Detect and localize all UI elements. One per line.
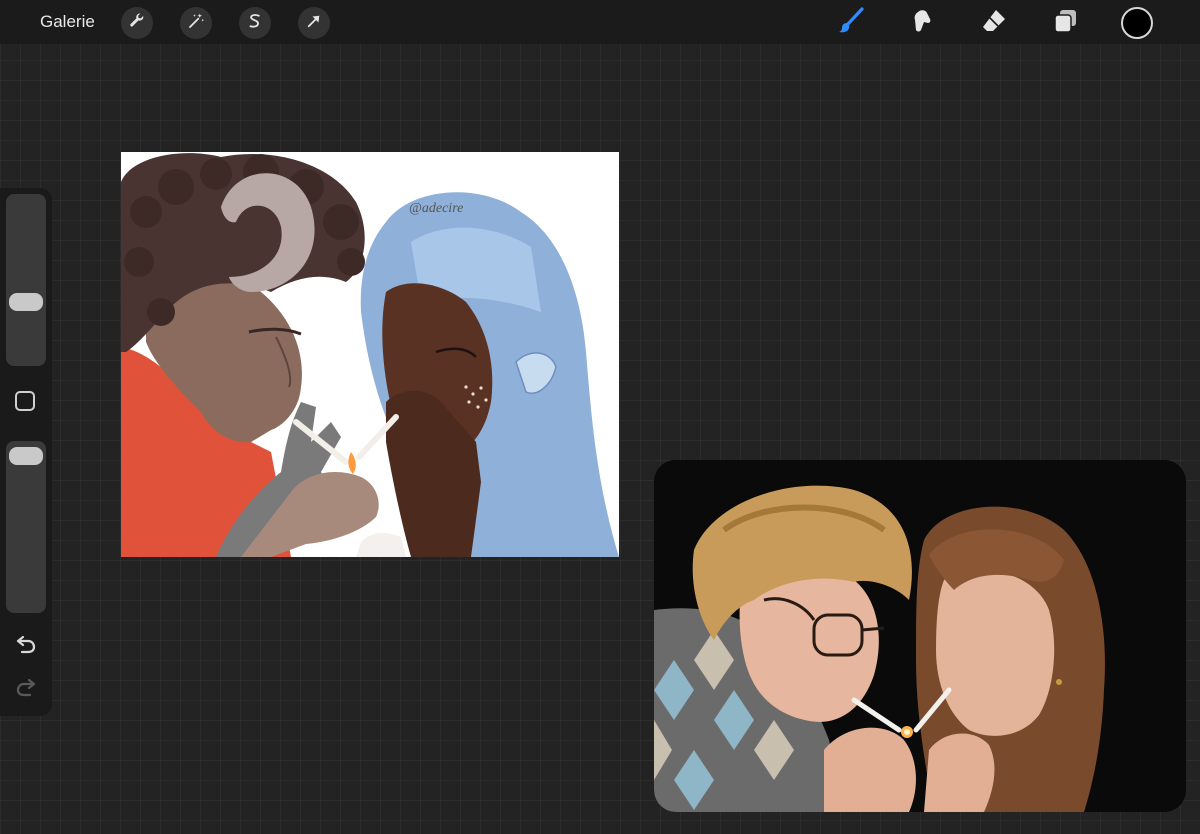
redo-icon	[15, 678, 37, 702]
reference-photo-window[interactable]	[654, 460, 1186, 812]
undo-button[interactable]	[12, 635, 40, 659]
selection-s-icon	[246, 12, 264, 35]
artist-signature: @adecire	[409, 201, 463, 216]
wrench-icon	[128, 12, 146, 35]
smudge-icon	[909, 8, 935, 39]
selection-button[interactable]	[239, 7, 271, 39]
undo-icon	[15, 635, 37, 659]
brush-icon	[837, 6, 865, 40]
eraser-button[interactable]	[977, 6, 1011, 40]
layers-icon	[1052, 8, 1078, 39]
color-picker-button[interactable]	[1121, 7, 1153, 39]
artwork-illustration: @adecire	[121, 152, 619, 557]
reference-photo	[654, 460, 1186, 812]
adjustments-button[interactable]	[180, 7, 212, 39]
arrow-cursor-icon	[305, 12, 323, 35]
opacity-slider[interactable]	[6, 441, 46, 613]
layers-button[interactable]	[1048, 6, 1082, 40]
magic-wand-icon	[187, 12, 205, 35]
brush-size-slider[interactable]	[6, 194, 46, 366]
left-sidebar	[0, 188, 52, 716]
drawing-canvas[interactable]: @adecire	[121, 152, 619, 557]
modify-button[interactable]	[15, 391, 35, 411]
opacity-thumb[interactable]	[9, 447, 43, 465]
eraser-icon	[980, 7, 1008, 40]
brush-size-thumb[interactable]	[9, 293, 43, 311]
gallery-button[interactable]: Galerie	[40, 12, 95, 32]
smudge-button[interactable]	[905, 6, 939, 40]
transform-button[interactable]	[298, 7, 330, 39]
redo-button[interactable]	[12, 678, 40, 702]
actions-button[interactable]	[121, 7, 153, 39]
top-toolbar: Galerie	[0, 0, 1200, 44]
paint-button[interactable]	[834, 6, 868, 40]
